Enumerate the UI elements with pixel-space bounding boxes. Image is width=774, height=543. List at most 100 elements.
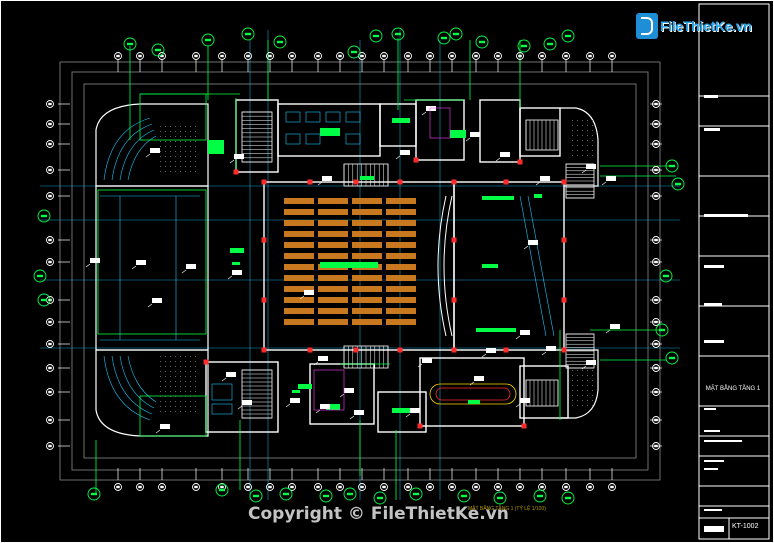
seat-row xyxy=(386,308,416,314)
hatch-dot xyxy=(180,136,181,137)
bubble-text xyxy=(382,54,386,58)
hatch-dot xyxy=(165,356,166,357)
tag-marker xyxy=(234,154,244,159)
hatch-dot xyxy=(582,380,583,381)
hatch-dot xyxy=(160,171,161,172)
hatch-dot xyxy=(185,411,186,412)
column xyxy=(261,297,267,303)
column xyxy=(307,347,313,353)
hatch-dot xyxy=(572,125,573,126)
hatch-dot xyxy=(190,161,191,162)
hatch-dot xyxy=(190,411,191,412)
hatch-dot xyxy=(577,385,578,386)
seat-row xyxy=(352,275,382,281)
hatch-dot xyxy=(180,156,181,157)
hatch-dot xyxy=(582,370,583,371)
hatch-dot xyxy=(170,131,171,132)
hatch-dot xyxy=(190,166,191,167)
hatch-dot xyxy=(170,166,171,167)
east-wing xyxy=(560,107,599,419)
column xyxy=(307,179,313,185)
hatch-dot xyxy=(180,391,181,392)
tag-marker xyxy=(150,148,160,153)
hatch-dot xyxy=(572,145,573,146)
bubble-text xyxy=(610,54,614,58)
bubble-text xyxy=(253,494,259,498)
hatch-dot xyxy=(185,361,186,362)
seat-row xyxy=(284,308,314,314)
hatch-dot xyxy=(195,146,196,147)
hatch-dot xyxy=(195,381,196,382)
bubble-text xyxy=(48,342,52,346)
seat-row xyxy=(386,264,416,270)
hatch-dot xyxy=(180,146,181,147)
bubble-text xyxy=(395,32,401,36)
hatch-dot xyxy=(195,386,196,387)
seat-row xyxy=(386,319,416,325)
hatch-dot xyxy=(175,391,176,392)
column xyxy=(561,179,567,185)
bubble-text xyxy=(669,164,675,168)
hatch-dot xyxy=(582,130,583,131)
bubble-text xyxy=(588,54,592,58)
column xyxy=(261,347,267,353)
hatch-dot xyxy=(577,395,578,396)
seat-row xyxy=(386,286,416,292)
hatch-dot xyxy=(170,171,171,172)
hatch-dot xyxy=(195,366,196,367)
hatch-dot xyxy=(190,151,191,152)
hatch-dot xyxy=(587,395,588,396)
tag-leader xyxy=(85,263,91,268)
bubble-text xyxy=(382,485,386,489)
hatch-dot xyxy=(175,161,176,162)
hatch-dot xyxy=(180,376,181,377)
hatch-dot xyxy=(582,375,583,376)
hatch-dot xyxy=(180,141,181,142)
seat-row xyxy=(318,297,348,303)
hatch-dot xyxy=(160,156,161,157)
bubble-text xyxy=(48,102,52,106)
tag-marker xyxy=(410,408,420,413)
bubble-text xyxy=(48,320,52,324)
hatch-dot xyxy=(160,151,161,152)
bubble-text xyxy=(205,38,211,42)
bubble-text xyxy=(219,488,225,492)
hatch-dot xyxy=(587,405,588,406)
column xyxy=(521,423,527,429)
seat-row xyxy=(318,286,348,292)
hatch-dot xyxy=(195,371,196,372)
hatch-dot xyxy=(185,386,186,387)
hatch-dot xyxy=(582,120,583,121)
bubble-text xyxy=(406,485,410,489)
tag-marker xyxy=(344,388,354,393)
bubble-text xyxy=(290,54,294,58)
hatch-dot xyxy=(175,141,176,142)
hatch-dot xyxy=(170,376,171,377)
seat-row xyxy=(386,231,416,237)
west-wing xyxy=(95,103,209,437)
hatch-dot xyxy=(165,161,166,162)
hatch-dot xyxy=(180,126,181,127)
bubble-text xyxy=(450,485,454,489)
hatch-dot xyxy=(572,120,573,121)
west-wing-stepped-seating xyxy=(100,117,200,421)
hatch-dot xyxy=(195,156,196,157)
hatch-dot xyxy=(592,145,593,146)
room-label xyxy=(482,264,498,268)
seat-row xyxy=(318,198,348,204)
hatch-dot xyxy=(165,126,166,127)
bubble-text xyxy=(441,36,447,40)
bubble-text xyxy=(654,418,658,422)
tag-marker xyxy=(422,358,432,363)
tag-leader xyxy=(339,393,345,398)
bubble-text xyxy=(323,494,329,498)
seat-row xyxy=(386,242,416,248)
bubble-text xyxy=(246,485,250,489)
hatch-dot xyxy=(587,135,588,136)
hatch-dot xyxy=(185,131,186,132)
hatch-dot xyxy=(190,381,191,382)
hatch-dot xyxy=(165,166,166,167)
hatch-dot xyxy=(180,406,181,407)
hatch-dot xyxy=(185,161,186,162)
hatch-dot xyxy=(587,145,588,146)
